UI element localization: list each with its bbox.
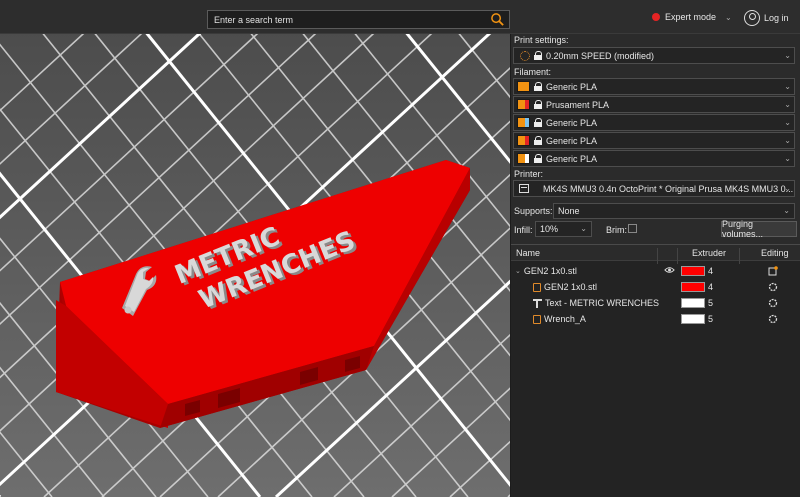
filament-color-swatch [517,117,530,128]
object-name: Text - METRIC WRENCHES [545,298,660,308]
print-settings-label: Print settings: [514,35,569,45]
build-plate-scene: METRIC METRIC WRENCHES WRENCHES [0,0,510,497]
extruder-color-swatch [681,282,705,292]
gear-icon [520,50,530,61]
mode-selector[interactable]: Expert mode ⌄ [652,12,732,22]
print-settings-combo[interactable]: 0.20mm SPEED (modified) ⌄ [513,47,795,64]
printer-icon [519,184,529,193]
chevron-down-icon: ⌄ [580,224,587,233]
filament-name: Generic PLA [546,153,598,164]
filament-color-swatch [517,153,530,164]
infill-label: Infill: [514,225,533,235]
printer-value: MK4S MMU3 0.4n OctoPrint * Original Prus… [543,183,794,194]
printer-label: Printer: [514,169,544,179]
search-icon[interactable] [490,12,505,27]
chevron-down-icon: ⌄ [725,12,732,22]
user-avatar-icon [744,10,760,26]
table-row[interactable]: GEN2 1x0.stl 4 [511,279,800,295]
supports-value: None [558,206,580,216]
3d-viewport[interactable]: METRIC METRIC WRENCHES WRENCHES [0,0,510,497]
lock-icon [534,136,542,145]
search-box[interactable] [207,10,510,29]
login-button[interactable]: Log in [744,10,789,26]
chevron-down-icon: ⌄ [784,136,791,145]
object-name: Wrench_A [544,314,586,324]
lock-icon [534,154,542,163]
purging-volumes-button[interactable]: Purging volumes... [721,219,797,239]
table-row[interactable]: Wrench_A 5 [511,311,800,327]
printer-combo[interactable]: MK4S MMU3 0.4n OctoPrint * Original Prus… [513,180,795,197]
brim-label: Brim: [606,225,627,235]
supports-select[interactable]: None ⌄ [553,203,795,219]
chevron-down-icon: ⌄ [784,118,791,127]
top-toolbar: Expert mode ⌄ Log in [0,0,800,34]
lock-icon [534,100,542,109]
extruder-number[interactable]: 4 [708,266,713,276]
filament-name: Generic PLA [546,117,598,128]
chevron-down-icon: ⌄ [784,51,791,60]
lock-icon [534,82,542,91]
lock-icon [534,51,542,60]
object-name: GEN2 1x0.stl [523,266,577,276]
extruder-number[interactable]: 5 [708,314,713,324]
gear-icon[interactable] [768,282,778,292]
object-name: GEN2 1x0.stl [544,282,598,292]
gear-icon[interactable] [768,314,778,324]
object-list: Name Extruder Editing ⌄ GEN2 1x0.stl 4 GEN2… [511,244,800,497]
extruder-number[interactable]: 4 [708,282,713,292]
filament-name: Generic PLA [546,135,598,146]
filament-label: Filament: [514,67,552,77]
mode-indicator-icon [652,13,660,21]
chevron-down-icon: ⌄ [784,154,791,163]
filament-combo-5[interactable]: Generic PLA ⌄ [513,150,795,167]
object-list-header: Name Extruder Editing [511,245,800,264]
part-icon [533,314,541,324]
settings-edit-icon[interactable] [768,266,778,276]
extruder-color-swatch [681,314,705,324]
chevron-down-icon: ⌄ [784,100,791,109]
column-editing[interactable]: Editing [761,248,789,258]
filament-name: Generic PLA [546,81,598,92]
table-row[interactable]: ⌄ GEN2 1x0.stl 4 [511,263,800,279]
part-icon [533,282,541,292]
filament-combo-4[interactable]: Generic PLA ⌄ [513,132,795,149]
login-label: Log in [764,13,789,23]
print-settings-value: 0.20mm SPEED (modified) [546,50,655,61]
search-input[interactable] [214,14,484,25]
column-extruder[interactable]: Extruder [692,248,726,258]
settings-panel: Print settings: 0.20mm SPEED (modified) … [510,34,800,497]
infill-value: 10% [540,224,559,234]
infill-select[interactable]: 10% ⌄ [535,221,592,237]
extruder-color-swatch [681,266,705,276]
gear-icon[interactable] [768,298,778,308]
filament-color-swatch [517,81,530,92]
filament-name: Prusament PLA [546,99,610,110]
table-row[interactable]: Text - METRIC WRENCHES 5 [511,295,800,311]
filament-color-swatch [517,135,530,146]
chevron-down-icon: ⌄ [783,206,790,215]
filament-combo-3[interactable]: Generic PLA ⌄ [513,114,795,131]
chevron-down-icon: ⌄ [784,82,791,91]
lock-icon [534,118,542,127]
mode-label: Expert mode [665,12,717,22]
text-part-icon [533,298,542,308]
extruder-color-swatch [681,298,705,308]
eye-icon[interactable] [664,266,675,274]
chevron-down-icon: ⌄ [784,184,791,193]
filament-combo-2[interactable]: Prusament PLA ⌄ [513,96,795,113]
supports-label: Supports: [514,206,553,216]
column-name[interactable]: Name [516,248,540,258]
collapse-arrow-icon[interactable]: ⌄ [515,267,521,275]
brim-checkbox[interactable] [628,224,637,233]
filament-combo-1[interactable]: Generic PLA ⌄ [513,78,795,95]
extruder-number[interactable]: 5 [708,298,713,308]
filament-color-swatch [517,99,530,110]
